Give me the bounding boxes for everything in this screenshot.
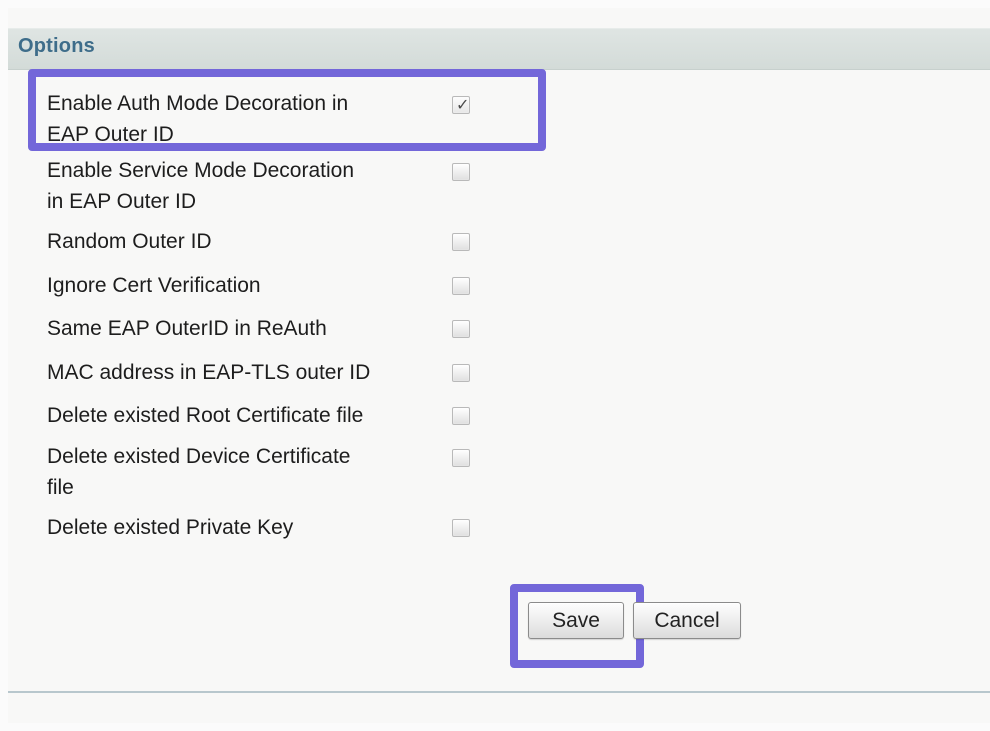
check-mark-icon: ✓ [456, 95, 470, 114]
auth-mode-decoration-checkbox[interactable]: ✓ [452, 95, 470, 114]
bottom-divider [8, 691, 990, 693]
mac-address-outer-id-label: MAC address in EAP-TLS outer ID [47, 361, 371, 384]
option-row-random-outer-id: Random Outer ID [47, 226, 497, 257]
option-row-delete-device-certificate: Delete existed Device Certificate file [47, 441, 497, 505]
service-mode-decoration-label: Enable Service Mode Decoration in EAP Ou… [47, 159, 355, 213]
delete-private-key-checkbox[interactable] [452, 519, 470, 537]
option-row-delete-root-certificate: Delete existed Root Certificate file [47, 400, 497, 431]
option-row-same-eap-outer-id: Same EAP OuterID in ReAuth [47, 313, 497, 344]
mac-address-outer-id-checkbox[interactable] [452, 364, 470, 382]
random-outer-id-label: Random Outer ID [47, 230, 212, 253]
same-eap-outer-id-label: Same EAP OuterID in ReAuth [47, 317, 327, 340]
options-section-header: Options [8, 28, 990, 70]
option-row-mac-address-outer-id: MAC address in EAP-TLS outer ID [47, 357, 497, 388]
option-row-service-mode-decoration: Enable Service Mode Decoration in EAP Ou… [47, 155, 497, 219]
auth-mode-decoration-label: Enable Auth Mode Decoration in EAP Outer… [47, 92, 349, 146]
service-mode-decoration-checkbox[interactable] [452, 163, 470, 181]
delete-root-certificate-checkbox[interactable] [452, 407, 470, 425]
option-row-auth-mode-decoration: Enable Auth Mode Decoration in EAP Outer… [47, 88, 497, 152]
save-button[interactable]: Save [528, 602, 624, 639]
option-row-ignore-cert-verification: Ignore Cert Verification [47, 270, 497, 301]
option-row-delete-private-key: Delete existed Private Key [47, 512, 497, 543]
delete-device-certificate-checkbox[interactable] [452, 449, 470, 467]
options-section-title: Options [18, 35, 95, 57]
cancel-button[interactable]: Cancel [633, 602, 741, 639]
delete-device-certificate-label: Delete existed Device Certificate file [47, 445, 351, 499]
delete-root-certificate-label: Delete existed Root Certificate file [47, 404, 364, 427]
delete-private-key-label: Delete existed Private Key [47, 516, 294, 539]
ignore-cert-verification-label: Ignore Cert Verification [47, 274, 261, 297]
random-outer-id-checkbox[interactable] [452, 233, 470, 251]
same-eap-outer-id-checkbox[interactable] [452, 320, 470, 338]
ignore-cert-verification-checkbox[interactable] [452, 277, 470, 295]
